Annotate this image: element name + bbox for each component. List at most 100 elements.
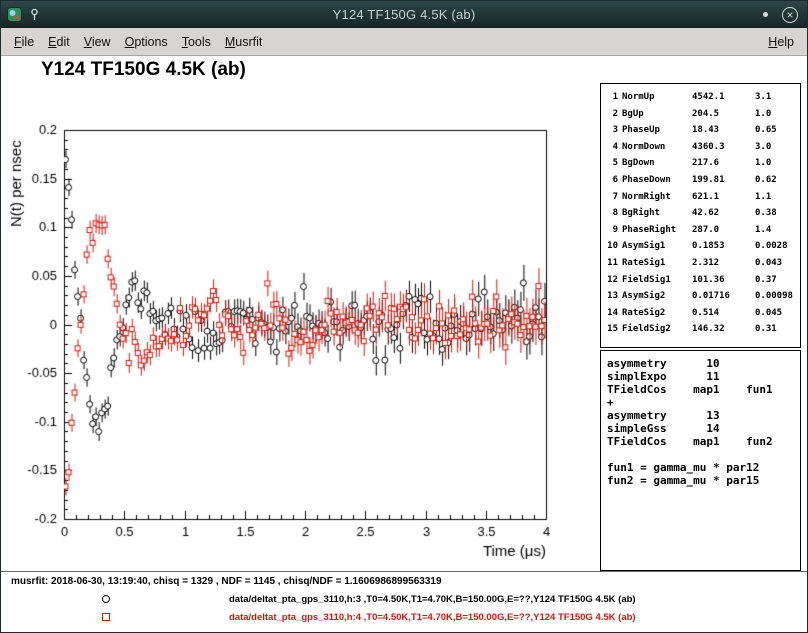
param-name: PhaseDown	[622, 172, 692, 189]
param-name: PhaseUp	[622, 122, 692, 139]
param-error: 3.1	[755, 89, 796, 106]
param-index: 5	[605, 155, 622, 172]
theory-line	[607, 448, 794, 461]
param-index: 15	[605, 321, 622, 338]
param-row: 7 NormRight 621.1 1.1	[605, 189, 796, 206]
fit-parameters-box: 1 NormUp 4542.1 3.1 2 BgUp 204.5 1.0 3 P…	[600, 83, 801, 348]
param-index: 11	[605, 255, 622, 272]
param-row: 8 BgRight 42.62 0.38	[605, 205, 796, 222]
param-name: RateSig1	[622, 255, 692, 272]
param-index: 4	[605, 139, 622, 156]
open-square-marker-icon	[102, 613, 110, 621]
legend-row: data/deltat_pta_gps_3110,h:3 ,T0=4.50K,T…	[1, 590, 601, 608]
titlebar: Y124 TF150G 4.5K (ab) ×	[1, 1, 807, 28]
param-name: BgRight	[622, 205, 692, 222]
param-index: 7	[605, 189, 622, 206]
menubar: File Edit View Options Tools Musrfit Hel…	[1, 28, 807, 56]
menu-item-tools[interactable]: Tools	[175, 31, 218, 53]
param-error: 0.65	[755, 122, 796, 139]
theory-box: asymmetry 10 simplExpo 11 TFieldCos map1…	[600, 350, 801, 571]
param-row: 5 BgDown 217.6 1.0	[605, 155, 796, 172]
menu-item-file[interactable]: File	[7, 31, 41, 53]
param-row: 12 FieldSig1 101.36 0.37	[605, 272, 796, 289]
param-row: 2 BgUp 204.5 1.0	[605, 106, 796, 123]
param-error: 0.00098	[755, 288, 796, 305]
param-name: FieldSig2	[622, 321, 692, 338]
param-value: 287.0	[692, 222, 755, 239]
param-name: FieldSig1	[622, 272, 692, 289]
param-index: 6	[605, 172, 622, 189]
param-error: 0.38	[755, 205, 796, 222]
root-canvas-area: Y124 TF150G 4.5K (ab) 1 NormUp 4542.1 3.…	[1, 57, 807, 632]
theory-line: simplExpo 11	[607, 370, 794, 383]
param-row: 3 PhaseUp 18.43 0.65	[605, 122, 796, 139]
param-index: 14	[605, 305, 622, 322]
param-row: 9 PhaseRight 287.0 1.4	[605, 222, 796, 239]
param-index: 8	[605, 205, 622, 222]
param-name: NormRight	[622, 189, 692, 206]
theory-line: TFieldCos map1 fun1	[607, 383, 794, 396]
pin-icon[interactable]	[29, 8, 40, 21]
theory-line: asymmetry 13	[607, 409, 794, 422]
param-error: 1.0	[755, 106, 796, 123]
param-error: 1.4	[755, 222, 796, 239]
param-name: NormUp	[622, 89, 692, 106]
param-index: 13	[605, 288, 622, 305]
param-row: 6 PhaseDown 199.81 0.62	[605, 172, 796, 189]
fit-status-line: musrfit: 2018-06-30, 13:19:40, chisq = 1…	[11, 576, 442, 587]
param-value: 101.36	[692, 272, 755, 289]
param-error: 0.043	[755, 255, 796, 272]
param-row: 1 NormUp 4542.1 3.1	[605, 89, 796, 106]
legend-row: data/deltat_pta_gps_3110,h:4 ,T0=4.50K,T…	[1, 608, 601, 626]
theory-line: TFieldCos map1 fun2	[607, 435, 794, 448]
theory-line: simpleGss 14	[607, 422, 794, 435]
app-icon[interactable]	[7, 7, 22, 22]
menu-item-view[interactable]: View	[77, 31, 118, 53]
param-name: AsymSig1	[622, 238, 692, 255]
plot-title: Y124 TF150G 4.5K (ab)	[41, 59, 246, 81]
param-row: 11 RateSig1 2.312 0.043	[605, 255, 796, 272]
theory-line: fun2 = gamma_mu * par15	[607, 474, 794, 487]
param-name: BgUp	[622, 106, 692, 123]
param-name: NormDown	[622, 139, 692, 156]
param-index: 10	[605, 238, 622, 255]
param-value: 42.62	[692, 205, 755, 222]
param-value: 18.43	[692, 122, 755, 139]
menu-item-musrfit[interactable]: Musrfit	[218, 31, 270, 53]
param-value: 0.514	[692, 305, 755, 322]
param-index: 3	[605, 122, 622, 139]
param-error: 3.0	[755, 139, 796, 156]
param-error: 0.62	[755, 172, 796, 189]
menu-item-help[interactable]: Help	[761, 31, 801, 53]
close-button[interactable]: ×	[782, 7, 798, 23]
minimize-button[interactable]	[763, 12, 768, 17]
musr-plot-canvas[interactable]	[1, 97, 601, 567]
param-value: 2.312	[692, 255, 755, 272]
param-value: 4360.3	[692, 139, 755, 156]
param-error: 1.0	[755, 155, 796, 172]
theory-line: fun1 = gamma_mu * par12	[607, 461, 794, 474]
close-icon: ×	[786, 9, 793, 21]
param-value: 4542.1	[692, 89, 755, 106]
param-value: 0.1853	[692, 238, 755, 255]
param-error: 0.37	[755, 272, 796, 289]
plot-legend: data/deltat_pta_gps_3110,h:3 ,T0=4.50K,T…	[1, 590, 601, 626]
open-circle-marker-icon	[102, 595, 110, 603]
param-name: PhaseRight	[622, 222, 692, 239]
param-name: RateSig2	[622, 305, 692, 322]
theory-line: asymmetry 10	[607, 357, 794, 370]
param-row: 15 FieldSig2 146.32 0.31	[605, 321, 796, 338]
param-row: 10 AsymSig1 0.1853 0.0028	[605, 238, 796, 255]
param-value: 199.81	[692, 172, 755, 189]
menu-item-options[interactable]: Options	[118, 31, 175, 53]
param-row: 13 AsymSig2 0.01716 0.00098	[605, 288, 796, 305]
menu-item-edit[interactable]: Edit	[41, 31, 77, 53]
param-error: 0.045	[755, 305, 796, 322]
param-index: 9	[605, 222, 622, 239]
param-index: 1	[605, 89, 622, 106]
musrview-window: Y124 TF150G 4.5K (ab) × File Edit View O…	[0, 0, 808, 633]
param-error: 0.31	[755, 321, 796, 338]
param-row: 4 NormDown 4360.3 3.0	[605, 139, 796, 156]
param-index: 12	[605, 272, 622, 289]
param-error: 0.0028	[755, 238, 796, 255]
